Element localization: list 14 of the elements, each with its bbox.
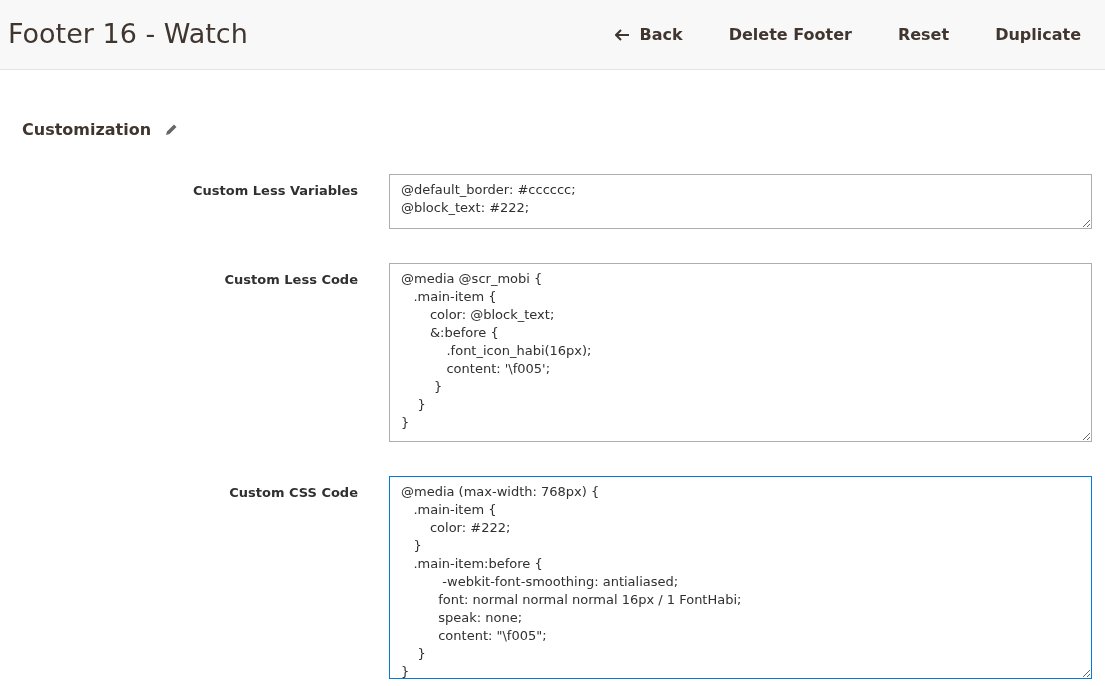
arrow-left-icon — [614, 28, 630, 41]
field-label: Custom CSS Code — [228, 484, 359, 502]
back-button[interactable]: Back — [614, 22, 683, 47]
action-button[interactable]: Delete Footer — [728, 22, 852, 47]
action-button[interactable]: Reset — [897, 22, 950, 47]
code-field[interactable]: @default_border: #cccccc; @block_text: #222; — [389, 174, 1092, 229]
pencil-icon[interactable] — [165, 123, 179, 136]
field-label: Custom Less Code — [223, 271, 359, 289]
section-title: Customization — [22, 118, 152, 141]
code-field[interactable]: @media @scr_mobi { .main-item { color: @block_text; &:before { .font_icon_habi(16px); content: '\f005'; } } } — [389, 263, 1092, 442]
code-field[interactable]: @media (max-width: 768px) { .main-item { color: #222; } .main-item:before { -webkit-font-smoothing: antialiased; font: normal normal normal 16px / 1 FontHabi; speak: none; content: "\f005"; } } — [389, 476, 1092, 679]
action-button[interactable]: Duplicate — [995, 22, 1081, 47]
page-title: Footer 16 - Watch — [8, 17, 248, 52]
field-label: Custom Less Variables — [192, 182, 359, 200]
